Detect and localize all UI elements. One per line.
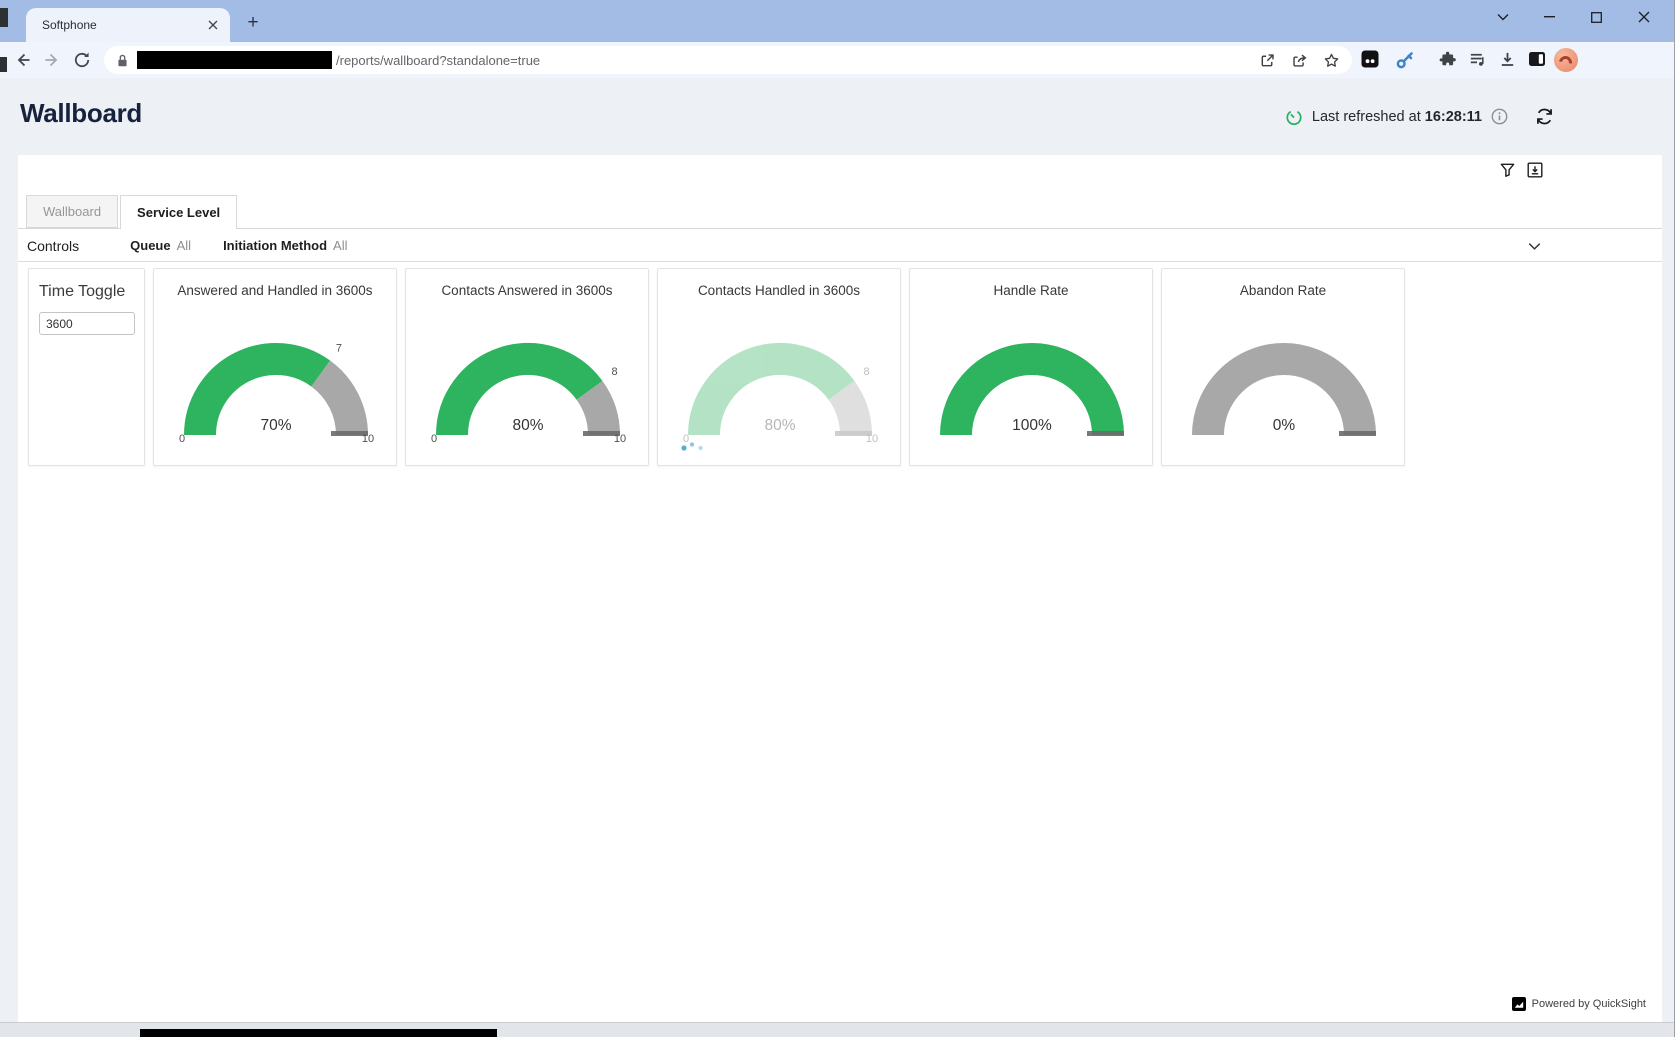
screen-edge-artifact: [0, 57, 7, 72]
page-header: Wallboard Last refreshed at 16:28:11: [0, 78, 1675, 155]
side-panel-icon[interactable]: [1528, 50, 1546, 68]
urlbar-action-icons: [1259, 52, 1340, 69]
tab-search-chevron-icon[interactable]: [1479, 1, 1526, 33]
svg-text:70%: 70%: [260, 417, 291, 434]
minimize-icon[interactable]: [1526, 1, 1573, 33]
back-icon[interactable]: [13, 50, 33, 70]
time-toggle-input[interactable]: [39, 312, 135, 335]
sheet-footer: Powered by QuickSight: [1512, 997, 1646, 1011]
sheet-toolbar: [1499, 161, 1544, 179]
profile-avatar[interactable]: [1554, 48, 1578, 72]
svg-text:0: 0: [179, 433, 185, 445]
extension-dark-square-icon[interactable]: [1361, 50, 1379, 68]
browser-window: { "browser": { "tab_title": "Softphone",…: [0, 0, 1675, 1037]
open-in-new-icon[interactable]: [1259, 52, 1276, 69]
last-refreshed-text: Last refreshed at 16:28:11: [1312, 109, 1482, 125]
svg-text:10: 10: [866, 433, 878, 445]
playlist-icon[interactable]: [1468, 50, 1487, 69]
svg-text:8: 8: [612, 366, 618, 378]
dashboard-sheet: Wallboard Service Level Controls Queue A…: [18, 155, 1662, 1022]
controls-label: Controls: [27, 238, 79, 254]
gauge-card-handle-rate: Handle Rate 100%: [909, 268, 1153, 466]
gauge-card-answered-and-handled-in-3600s: Answered and Handled in 3600s 010770%: [153, 268, 397, 466]
browser-tab-title: Softphone: [42, 18, 204, 32]
new-tab-button[interactable]: +: [240, 10, 266, 36]
last-refreshed-time: 16:28:11: [1425, 109, 1482, 125]
svg-text:10: 10: [362, 433, 374, 445]
queue-filter-label: Queue: [130, 238, 170, 253]
tab-service-level-label: Service Level: [137, 205, 220, 220]
svg-text:0: 0: [431, 433, 437, 445]
export-download-icon[interactable]: [1526, 161, 1544, 179]
filter-funnel-icon[interactable]: [1499, 161, 1516, 179]
extensions-puzzle-icon[interactable]: [1438, 50, 1457, 69]
gauge-card-contacts-handled-in-3600s: Contacts Handled in 3600s 010880%: [657, 268, 901, 466]
browser-titlebar: Softphone +: [0, 0, 1675, 42]
svg-text:80%: 80%: [512, 417, 543, 434]
gauge-chart: 0 10 8 80%: [658, 293, 902, 455]
redacted-region-bottom: [140, 1029, 497, 1037]
gauge-cards-group: Answered and Handled in 3600s 010770% Co…: [153, 268, 1405, 466]
initiation-method-filter-value: All: [333, 238, 347, 253]
initiation-method-filter-label: Initiation Method: [223, 238, 327, 253]
maximize-icon[interactable]: [1573, 1, 1620, 33]
refresh-icon[interactable]: [1534, 106, 1555, 127]
quicksight-logo-icon: [1512, 997, 1526, 1011]
extension-key-icon[interactable]: [1395, 50, 1415, 70]
timer-clock-icon: [1285, 108, 1303, 126]
browser-tab[interactable]: Softphone: [26, 8, 230, 42]
sheet-tabs: Wallboard Service Level: [18, 195, 1662, 229]
tab-wallboard-label: Wallboard: [43, 204, 101, 219]
controls-collapse-chevron-icon[interactable]: [1526, 238, 1543, 255]
svg-text:10: 10: [614, 433, 626, 445]
refresh-cluster: Last refreshed at 16:28:11: [1285, 106, 1555, 127]
svg-text:0: 0: [683, 433, 689, 445]
url-path-text: /reports/wallboard?standalone=true: [336, 53, 1259, 68]
bookmark-star-icon[interactable]: [1323, 52, 1340, 69]
initiation-method-filter-control[interactable]: Initiation Method All: [223, 238, 347, 253]
tab-service-level[interactable]: Service Level: [120, 195, 237, 229]
url-redacted-region: [137, 51, 332, 69]
tab-wallboard[interactable]: Wallboard: [26, 195, 118, 228]
gauge-chart: 100%: [910, 293, 1154, 455]
time-toggle-title: Time Toggle: [39, 283, 136, 301]
downloads-icon[interactable]: [1498, 50, 1517, 69]
gauge-card-contacts-answered-in-3600s: Contacts Answered in 3600s 010880%: [405, 268, 649, 466]
svg-text:80%: 80%: [764, 417, 795, 434]
reload-icon[interactable]: [72, 50, 92, 70]
queue-filter-control[interactable]: Queue All: [130, 238, 191, 253]
browser-toolbar: /reports/wallboard?standalone=true Updat…: [0, 42, 1675, 78]
svg-text:100%: 100%: [1012, 417, 1052, 434]
forward-icon[interactable]: [42, 50, 62, 70]
close-window-icon[interactable]: [1620, 1, 1667, 33]
cards-row: Time Toggle Answered and Handled in 3600…: [28, 268, 1405, 466]
url-bar[interactable]: /reports/wallboard?standalone=true: [104, 46, 1352, 74]
svg-text:0%: 0%: [1273, 417, 1296, 434]
last-refreshed-label: Last refreshed at: [1312, 109, 1425, 125]
svg-text:7: 7: [336, 342, 342, 354]
tab-close-icon[interactable]: [204, 16, 222, 34]
time-toggle-card: Time Toggle: [28, 268, 145, 466]
info-icon[interactable]: [1491, 108, 1508, 125]
avatar-swirl-decoration: [1556, 53, 1574, 71]
gauge-card-abandon-rate: Abandon Rate 0%: [1161, 268, 1405, 466]
powered-by-text: Powered by QuickSight: [1532, 998, 1646, 1010]
share-icon[interactable]: [1291, 52, 1308, 69]
lock-icon[interactable]: [116, 53, 129, 68]
svg-text:8: 8: [864, 366, 870, 378]
gauge-chart: 0 10 8 80%: [406, 293, 650, 455]
gauge-chart: 0%: [1162, 293, 1406, 455]
window-controls: [1479, 0, 1667, 34]
gauge-chart: 0 10 7 70%: [154, 293, 398, 455]
queue-filter-value: All: [177, 238, 191, 253]
screen-edge-artifact: [0, 8, 8, 27]
page-title: Wallboard: [20, 98, 142, 129]
controls-row: Controls Queue All Initiation Method All: [18, 230, 1662, 262]
